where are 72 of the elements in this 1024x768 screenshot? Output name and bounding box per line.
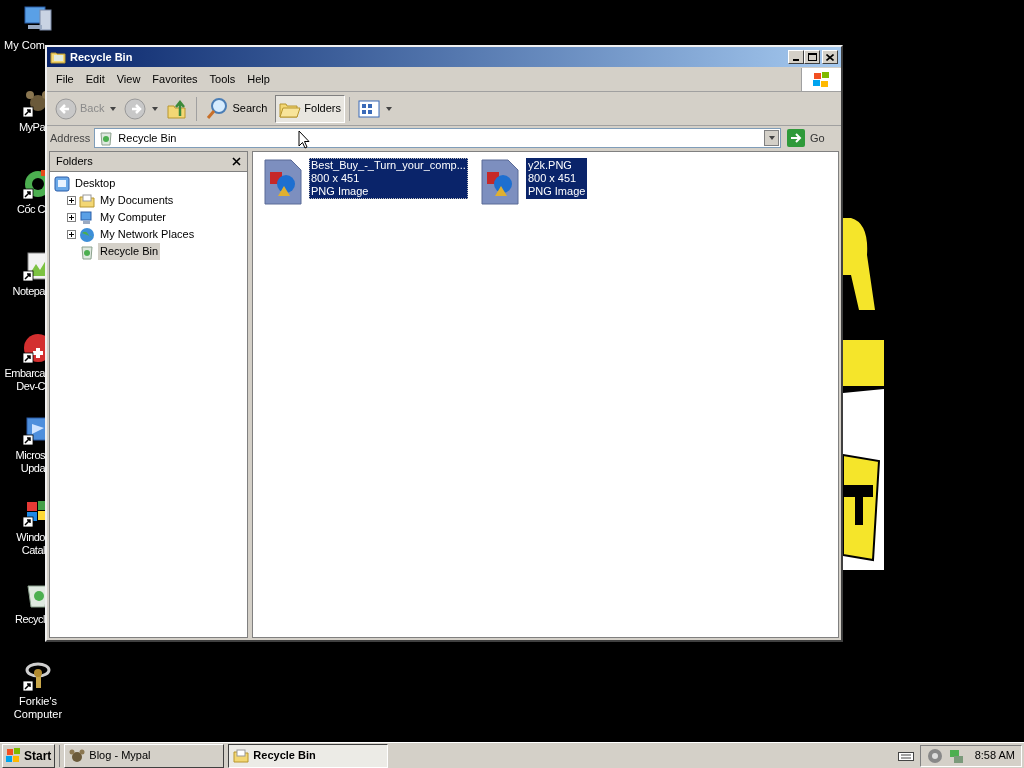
address-label: Address (50, 130, 91, 146)
windows-logo-icon (812, 71, 831, 88)
desktop-icon-label[interactable]: MyPa (0, 121, 45, 134)
desktop-icon-label[interactable]: Cốc C (0, 203, 45, 216)
caret-icon (152, 106, 159, 111)
address-field[interactable]: Recycle Bin (94, 128, 781, 148)
taskbar-button[interactable]: Recycle Bin (228, 743, 389, 768)
taskbar-button[interactable]: Blog - Mypal (64, 743, 225, 768)
tree-item[interactable]: Recycle Bin (98, 243, 161, 260)
file-label[interactable]: y2k.PNG 800 x 451 PNG Image (525, 158, 588, 199)
desktop-icon (54, 175, 70, 192)
close-icon (826, 53, 834, 61)
speaker-icon[interactable] (926, 747, 943, 764)
clock: 8:58 AM (974, 748, 1015, 764)
paw-icon (69, 747, 86, 764)
caret-icon (386, 106, 392, 111)
dropdown-button[interactable] (764, 130, 779, 146)
menu-item[interactable]: Help (242, 71, 275, 88)
search-button[interactable]: Search (201, 94, 272, 123)
tree-item[interactable]: My Documents (98, 192, 176, 209)
desktop-icon-label[interactable]: My Com (0, 39, 45, 52)
desktop-icon-label[interactable]: Micros Upda (0, 449, 45, 475)
file-name: Best_Buy_-_Turn_your_comp... (311, 159, 466, 172)
pane-title: Folders (56, 154, 93, 170)
desktop-icon-label[interactable]: Recycl (0, 613, 45, 626)
menu-item[interactable]: File (51, 71, 79, 88)
menu-item[interactable]: View (111, 71, 146, 88)
folders-button[interactable]: Folders (275, 94, 345, 123)
desktop-icon-label[interactable]: Forkie's Computer (3, 695, 73, 721)
caret-icon (110, 106, 117, 111)
image-file-icon (479, 158, 520, 206)
expand-icon[interactable] (66, 230, 76, 239)
folder-icon (50, 49, 66, 65)
menu-item[interactable]: Tools (204, 71, 241, 88)
file-dimensions: 800 x 451 (311, 172, 361, 185)
file-dimensions: 800 x 451 (527, 172, 578, 185)
minimize-button[interactable] (788, 50, 804, 64)
close-button[interactable] (822, 50, 838, 64)
maximize-icon (807, 53, 817, 61)
menu-item[interactable]: Edit (80, 71, 110, 88)
expand-icon[interactable] (66, 213, 76, 222)
menu-item[interactable]: Favorites (147, 71, 203, 88)
expand-icon[interactable] (66, 196, 76, 205)
recycle-bin-icon (79, 243, 95, 260)
tree-item[interactable]: My Network Places (98, 226, 197, 243)
globe-icon (79, 226, 95, 243)
folder-icon (233, 747, 250, 764)
file-type: PNG Image (527, 185, 586, 198)
tree-item[interactable]: Desktop (73, 175, 118, 192)
desktop-icon-label[interactable]: Notepa (0, 285, 45, 298)
computer-icon (79, 209, 95, 226)
file-name: y2k.PNG (527, 159, 573, 172)
maximize-button[interactable] (804, 50, 820, 64)
desktop-icon-label[interactable]: Windo Catal (0, 531, 45, 557)
desktop-icon-label[interactable]: Embarca Dev-C (0, 367, 45, 393)
file-type: PNG Image (311, 185, 370, 198)
folder-icon (79, 192, 95, 209)
tree-item[interactable]: My Computer (98, 209, 169, 226)
start-button[interactable]: Start (2, 743, 56, 768)
keyboard-icon[interactable] (897, 749, 914, 762)
close-icon[interactable] (232, 157, 241, 166)
window-title: Recycle Bin (70, 49, 133, 65)
file-label[interactable]: Best_Buy_-_Turn_your_comp... 800 x 451 PNG Image (309, 158, 468, 199)
caret-icon (768, 136, 775, 140)
minimize-icon (793, 59, 799, 61)
image-file-icon (263, 158, 303, 206)
windows-logo-icon (6, 748, 22, 763)
mouse-cursor-icon (298, 130, 310, 149)
search-icon (205, 96, 230, 121)
recycle-bin-icon (98, 130, 115, 146)
views-grid-icon (358, 98, 380, 119)
go-button[interactable]: Go (785, 128, 838, 148)
